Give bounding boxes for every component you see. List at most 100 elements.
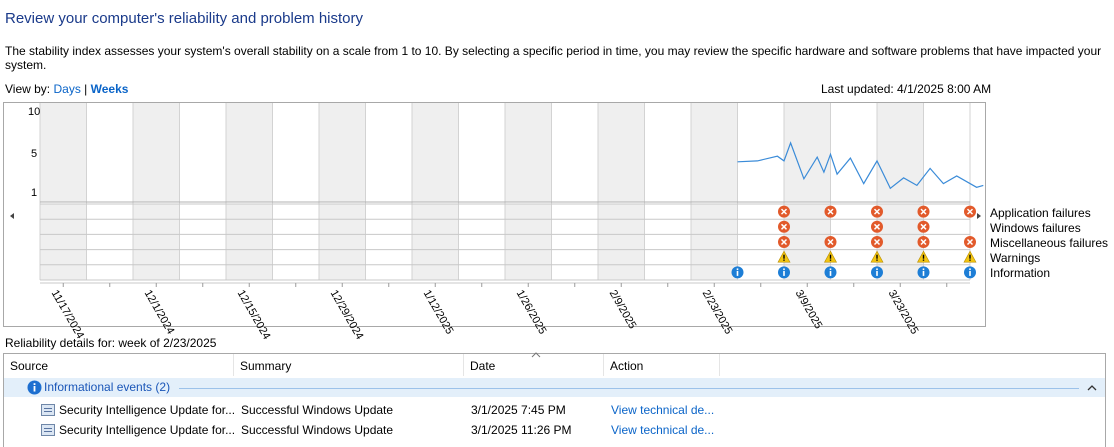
info-dot: [969, 268, 971, 270]
warning-dot: [969, 259, 971, 261]
page-description: The stability index assesses your system…: [5, 44, 1102, 72]
row-label-warnings: Warnings: [990, 251, 1041, 265]
event-column[interactable]: [923, 204, 971, 280]
y-tick-1: 1: [31, 187, 38, 199]
plot-column[interactable]: [86, 103, 134, 202]
warning-mark: [969, 254, 971, 259]
event-column[interactable]: [319, 204, 366, 280]
info-dot: [922, 268, 925, 270]
scroll-left-arrow-icon[interactable]: [10, 213, 14, 219]
info-icon: [27, 380, 42, 395]
view-technical-details-link[interactable]: View technical de...: [611, 403, 714, 417]
plot-column[interactable]: [691, 103, 738, 202]
plot-column[interactable]: [598, 103, 645, 202]
view-by-days-link[interactable]: Days: [53, 82, 80, 96]
warning-dot: [829, 259, 832, 261]
event-column[interactable]: [877, 204, 924, 280]
view-by-separator: |: [84, 82, 88, 96]
event-column[interactable]: [86, 204, 134, 280]
row-label-windows-failures: Windows failures: [990, 221, 1081, 235]
page-title: Review your computer's reliability and p…: [5, 10, 364, 27]
column-header-action[interactable]: Action: [604, 354, 720, 376]
info-mark: [736, 270, 739, 276]
event-column[interactable]: [458, 204, 506, 280]
reliability-chart[interactable]: 10 5 1 11/17/2024 12/1/2024 12/15/2024 12/2…: [3, 102, 986, 342]
warning-dot: [922, 259, 925, 261]
sort-up-icon: [531, 352, 541, 358]
info-mark: [876, 270, 878, 276]
plot-column[interactable]: [458, 103, 506, 202]
event-column[interactable]: [40, 204, 87, 280]
plot-column[interactable]: [272, 103, 320, 202]
plot-column[interactable]: [877, 103, 924, 202]
info-dot: [783, 268, 785, 270]
info-mark: [783, 270, 785, 276]
info-mark: [922, 270, 925, 276]
warning-mark: [829, 254, 832, 259]
warning-dot: [783, 259, 785, 261]
event-column[interactable]: [737, 204, 785, 280]
row-label-application-failures: Application failures: [990, 206, 1091, 220]
plot-column[interactable]: [784, 103, 831, 202]
info-dot: [736, 268, 739, 270]
info-mark: [829, 270, 832, 276]
info-dot: [876, 268, 878, 270]
scroll-right-arrow-icon[interactable]: [977, 213, 981, 219]
view-by-weeks-link[interactable]: Weeks: [91, 82, 129, 96]
column-header-summary[interactable]: Summary: [234, 354, 464, 376]
event-column[interactable]: [272, 204, 320, 280]
column-header-source[interactable]: Source: [4, 354, 234, 376]
row-label-information: Information: [990, 266, 1051, 280]
event-column[interactable]: [830, 204, 878, 280]
plot-column[interactable]: [737, 103, 785, 202]
y-tick-10: 10: [28, 106, 41, 118]
plot-column[interactable]: [412, 103, 459, 202]
view-by-selector: View by: Days | Weeks: [5, 82, 128, 96]
plot-column[interactable]: [644, 103, 692, 202]
event-column[interactable]: [365, 204, 413, 280]
plot-column[interactable]: [365, 103, 413, 202]
row-source: Security Intelligence Update for...: [59, 403, 236, 417]
row-source: Security Intelligence Update for...: [59, 423, 236, 437]
event-column[interactable]: [644, 204, 692, 280]
view-by-label: View by:: [5, 82, 51, 96]
warning-mark: [876, 254, 878, 259]
plot-column[interactable]: [319, 103, 366, 202]
plot-column[interactable]: [923, 103, 971, 202]
plot-column[interactable]: [40, 103, 87, 202]
y-tick-5: 5: [31, 148, 38, 160]
row-summary: Successful Windows Update: [241, 423, 394, 437]
event-column[interactable]: [226, 204, 273, 280]
warning-mark: [922, 254, 925, 259]
event-column[interactable]: [598, 204, 645, 280]
row-date: 3/1/2025 11:26 PM: [471, 423, 572, 437]
group-title: Informational events (2): [44, 380, 171, 394]
plot-column[interactable]: [226, 103, 273, 202]
info-dot: [829, 268, 832, 270]
plot-column[interactable]: [133, 103, 180, 202]
row-summary: Successful Windows Update: [241, 403, 394, 417]
last-updated: Last updated: 4/1/2025 8:00 AM: [821, 82, 992, 96]
event-column[interactable]: [691, 204, 738, 280]
warning-mark: [783, 254, 785, 259]
details-label: Reliability details for: week of 2/23/20…: [5, 336, 217, 350]
event-column[interactable]: [505, 204, 552, 280]
event-column[interactable]: [179, 204, 227, 280]
group-row-informational-events[interactable]: Informational events (2): [4, 378, 1105, 397]
row-date: 3/1/2025 7:45 PM: [471, 403, 566, 417]
row-label-miscellaneous-failures: Miscellaneous failures: [990, 236, 1109, 250]
collapse-chevron-icon[interactable]: [1087, 384, 1097, 391]
info-mark: [969, 270, 971, 276]
event-column[interactable]: [412, 204, 459, 280]
update-icon: [41, 404, 55, 416]
event-column[interactable]: [133, 204, 180, 280]
event-column[interactable]: [784, 204, 831, 280]
plot-column[interactable]: [505, 103, 552, 202]
plot-column[interactable]: [179, 103, 227, 202]
warning-dot: [876, 259, 878, 261]
event-column[interactable]: [551, 204, 599, 280]
details-table: Source Summary Date Action Informational…: [3, 352, 1106, 447]
view-technical-details-link[interactable]: View technical de...: [611, 423, 714, 437]
plot-column[interactable]: [551, 103, 599, 202]
plot-column[interactable]: [830, 103, 878, 202]
